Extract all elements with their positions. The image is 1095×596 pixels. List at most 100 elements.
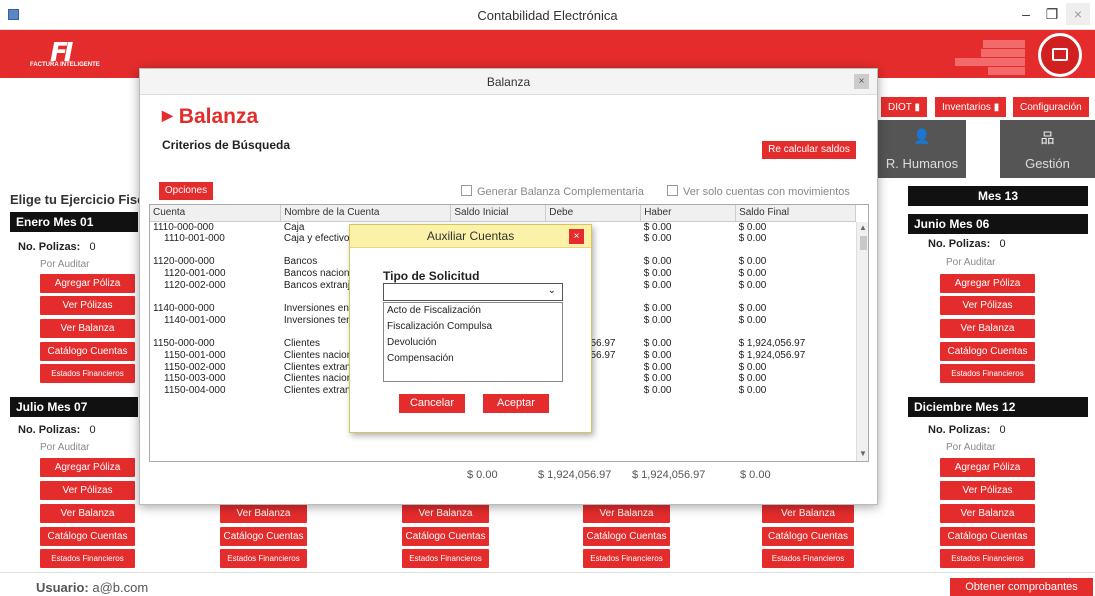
table-cell: $ 0.00 — [643, 361, 672, 373]
scrollbar[interactable]: ▲ ▼ — [856, 222, 868, 461]
ver-balanza-button[interactable]: Ver Balanza — [940, 319, 1035, 338]
option-item[interactable]: Fiscalización Compulsa — [384, 319, 562, 335]
polizas-value: 0 — [89, 424, 96, 436]
close-icon[interactable]: × — [569, 229, 584, 244]
pin-icon: ▮ — [914, 102, 921, 113]
maximize-icon[interactable]: ❐ — [1040, 3, 1064, 25]
chevron-down-icon[interactable]: ▼ — [859, 449, 867, 458]
catalogo-cuentas-button[interactable]: Catálogo Cuentas — [40, 342, 135, 361]
pin-icon: ▮ — [993, 102, 1000, 113]
inventarios-button[interactable]: Inventarios ▮ — [934, 96, 1008, 118]
accept-button[interactable]: Aceptar — [483, 394, 549, 413]
estados-financieros-button[interactable]: Estados Financieros — [940, 549, 1035, 568]
tile-gestion[interactable]: 品 Gestión — [1000, 120, 1095, 178]
ver-polizas-button[interactable]: Ver Pólizas — [940, 481, 1035, 500]
agregar-poliza-button[interactable]: Agregar Póliza — [40, 274, 135, 293]
user-label: Usuario: — [36, 580, 89, 595]
close-icon[interactable]: × — [854, 74, 869, 89]
close-icon[interactable]: × — [1066, 3, 1090, 25]
footer-divider — [0, 572, 1095, 573]
catalogo-cuentas-button[interactable]: Catálogo Cuentas — [402, 527, 489, 546]
estados-financieros-button[interactable]: Estados Financieros — [40, 364, 135, 383]
person-icon: 👤 — [913, 128, 931, 144]
estados-financieros-button[interactable]: Estados Financieros — [402, 549, 489, 568]
estados-financieros-button[interactable]: Estados Financieros — [583, 549, 670, 568]
catalogo-cuentas-button[interactable]: Catálogo Cuentas — [220, 527, 307, 546]
auxiliar-dialog: Auxiliar Cuentas × Tipo de Solicitud ⌄ A… — [349, 224, 592, 433]
option-item[interactable]: Acto de Fiscalización — [384, 303, 562, 319]
agregar-poliza-button[interactable]: Agregar Póliza — [940, 458, 1035, 477]
configuracion-button[interactable]: Configuración — [1012, 96, 1090, 118]
user-info: Usuario: a@b.com — [36, 580, 148, 595]
inventarios-label: Inventarios — [942, 102, 991, 113]
company-info: Empresa Demo AAA010101AAA 21/02/2018 02:… — [915, 40, 1025, 76]
recalc-button[interactable]: Re calcular saldos — [762, 141, 856, 159]
estados-financieros-button[interactable]: Estados Financieros — [40, 549, 135, 568]
chevron-up-icon[interactable]: ▲ — [859, 223, 867, 232]
checkbox-icon — [667, 185, 678, 196]
ver-balanza-button[interactable]: Ver Balanza — [762, 504, 854, 523]
polizas-count-enero: No. Polizas: 0 — [18, 241, 96, 253]
scroll-thumb[interactable] — [860, 236, 867, 250]
ver-balanza-button[interactable]: Ver Balanza — [40, 319, 135, 338]
diot-button[interactable]: DIOT ▮ — [880, 96, 929, 118]
table-cell: $ 0.00 — [738, 256, 767, 268]
ver-balanza-button[interactable]: Ver Balanza — [40, 504, 135, 523]
option-item[interactable]: Compensación — [384, 351, 562, 367]
catalogo-cuentas-button[interactable]: Catálogo Cuentas — [583, 527, 670, 546]
total-debe: $ 1,924,056.97 — [538, 469, 612, 481]
mes13-header[interactable]: Mes 13 — [908, 186, 1088, 206]
movimientos-checkbox[interactable]: Ver solo cuentas con movimientos — [667, 185, 850, 198]
catalogo-cuentas-button[interactable]: Catálogo Cuentas — [940, 342, 1035, 361]
tile-rhumanos[interactable]: 👤 R. Humanos — [878, 120, 966, 178]
ver-balanza-button[interactable]: Ver Balanza — [940, 504, 1035, 523]
polizas-count-julio: No. Polizas: 0 — [18, 424, 96, 436]
complementaria-checkbox[interactable]: Generar Balanza Complementaria — [461, 185, 644, 198]
ver-balanza-button[interactable]: Ver Balanza — [583, 504, 670, 523]
table-cell — [150, 291, 281, 303]
table-cell — [736, 291, 856, 303]
table-cell: 1120-001-000 — [164, 268, 226, 280]
estados-financieros-button[interactable]: Estados Financieros — [940, 364, 1035, 383]
ver-polizas-button[interactable]: Ver Pólizas — [940, 296, 1035, 315]
column-header[interactable]: Saldo Inicial — [450, 205, 547, 222]
column-header[interactable]: Saldo Final — [735, 205, 856, 222]
avatar[interactable] — [1038, 33, 1082, 77]
ver-balanza-button[interactable]: Ver Balanza — [402, 504, 489, 523]
column-header[interactable]: Nombre de la Cuenta — [280, 205, 452, 222]
minimize-icon[interactable]: – — [1014, 3, 1038, 25]
table-cell: $ 0.00 — [643, 279, 672, 291]
tipo-solicitud-select[interactable]: ⌄ — [383, 283, 563, 301]
agregar-poliza-button[interactable]: Agregar Póliza — [940, 274, 1035, 293]
configuracion-label: Configuración — [1020, 102, 1082, 113]
cancel-button[interactable]: Cancelar — [399, 394, 465, 413]
estados-financieros-button[interactable]: Estados Financieros — [220, 549, 307, 568]
table-cell: $ 0.00 — [738, 361, 767, 373]
estados-financieros-button[interactable]: Estados Financieros — [762, 549, 854, 568]
company-rfc: AAA010101AAA — [980, 49, 1025, 57]
catalogo-cuentas-button[interactable]: Catálogo Cuentas — [940, 527, 1035, 546]
column-header[interactable]: Cuenta — [150, 205, 282, 222]
balanza-titlebar: Balanza — [140, 69, 877, 95]
polizas-label: No. Polizas: — [928, 238, 991, 250]
ver-polizas-button[interactable]: Ver Pólizas — [40, 481, 135, 500]
table-cell: $ 0.00 — [643, 373, 672, 385]
catalogo-cuentas-button[interactable]: Catálogo Cuentas — [40, 527, 135, 546]
column-header[interactable]: Haber — [640, 205, 737, 222]
table-cell: $ 0.00 — [643, 314, 672, 326]
window-title: Contabilidad Electrónica — [477, 8, 618, 23]
logout-link[interactable]: Cerrar Sesión — [987, 67, 1025, 75]
table-cell: 1150-002-000 — [164, 361, 226, 373]
agregar-poliza-button[interactable]: Agregar Póliza — [40, 458, 135, 477]
obtener-comprobantes-button[interactable]: Obtener comprobantes — [950, 578, 1093, 596]
ver-polizas-button[interactable]: Ver Pólizas — [40, 296, 135, 315]
tile-gestion-label: Gestión — [1025, 156, 1070, 171]
option-item[interactable]: Devolución — [384, 335, 562, 351]
monitor-icon — [1052, 48, 1068, 61]
ver-balanza-button[interactable]: Ver Balanza — [220, 504, 307, 523]
column-header[interactable]: Debe — [545, 205, 642, 222]
user-value: a@b.com — [92, 580, 149, 595]
polizas-count-junio: No. Polizas: 0 — [928, 238, 1006, 250]
catalogo-cuentas-button[interactable]: Catálogo Cuentas — [762, 527, 854, 546]
opciones-button[interactable]: Opciones — [159, 182, 213, 200]
